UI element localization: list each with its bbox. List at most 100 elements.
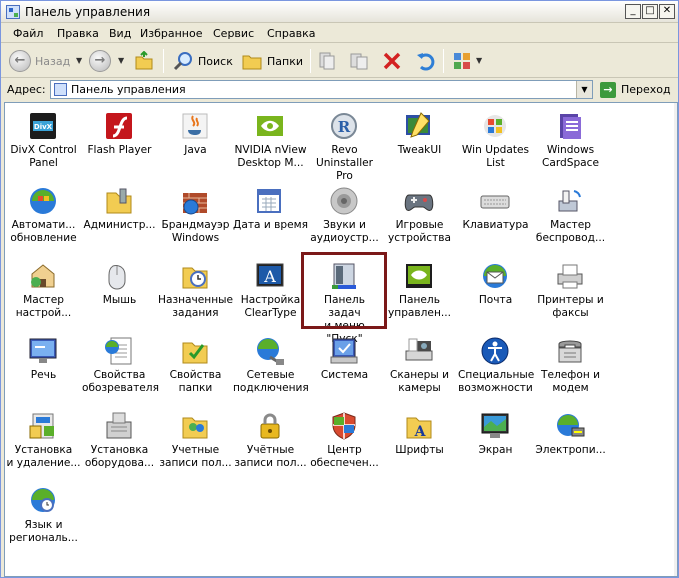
control-panel-item[interactable]: Установка оборудова... bbox=[82, 406, 157, 476]
security-center-icon bbox=[332, 412, 356, 440]
go-arrow-icon[interactable]: → bbox=[600, 82, 616, 98]
back-button[interactable]: Назад bbox=[35, 55, 70, 68]
control-panel-item[interactable]: Дата и время bbox=[233, 181, 308, 251]
control-panel-items: DivX DivX Control Panel Flash Player Java NV… bbox=[4, 102, 678, 577]
wireless-icon bbox=[558, 190, 581, 212]
control-panel-item[interactable]: A Настройка ClearType bbox=[233, 256, 308, 326]
menu-tools[interactable]: Сервис bbox=[213, 27, 254, 40]
views-icon[interactable] bbox=[452, 51, 472, 71]
back-arrow-icon[interactable]: ← bbox=[9, 50, 31, 72]
search-button[interactable]: Поиск bbox=[198, 55, 233, 68]
control-panel-item[interactable]: Игровые устройства bbox=[382, 181, 457, 251]
forward-arrow-icon[interactable]: → bbox=[89, 50, 111, 72]
mouse-icon bbox=[108, 265, 126, 290]
control-panel-item[interactable]: Мышь bbox=[82, 256, 157, 326]
control-panel-item[interactable]: Свойства обозревателя bbox=[82, 331, 159, 401]
close-button[interactable]: ✕ bbox=[659, 4, 675, 19]
back-dropdown-icon[interactable]: ▼ bbox=[76, 56, 82, 65]
add-remove-icon bbox=[29, 413, 54, 439]
control-panel-item[interactable]: Звуки и аудиоустр... bbox=[307, 181, 382, 251]
menu-bar: Файл Правка Вид Избранное Сервис Справка bbox=[1, 23, 678, 43]
control-panel-item[interactable]: Сетевые подключения bbox=[233, 331, 309, 401]
scrollbar[interactable] bbox=[674, 103, 677, 576]
control-panel-item[interactable]: Телефон и модем bbox=[533, 331, 608, 401]
menu-help[interactable]: Справка bbox=[267, 27, 315, 40]
item-label: Сканеры и камеры bbox=[389, 369, 450, 394]
folders-icon[interactable] bbox=[242, 51, 262, 71]
control-panel-item[interactable]: Мастер настрой... bbox=[6, 256, 81, 326]
win-updates-icon bbox=[484, 115, 506, 137]
menu-edit[interactable]: Правка bbox=[57, 27, 99, 40]
views-dropdown-icon[interactable]: ▼ bbox=[476, 56, 482, 65]
toolbar-separator bbox=[443, 49, 444, 73]
control-panel-item[interactable]: Учетные записи пол... bbox=[158, 406, 233, 476]
control-panel-item[interactable]: R Revo Uninstaller Pro bbox=[307, 106, 382, 182]
control-panel-item[interactable]: Администр... bbox=[82, 181, 157, 251]
minimize-button[interactable]: _ bbox=[625, 4, 641, 19]
user-accounts-icon bbox=[182, 417, 208, 439]
control-panel-item[interactable]: Электропи... bbox=[533, 406, 608, 476]
regional-icon bbox=[31, 488, 55, 512]
control-panel-item[interactable]: Принтеры и факсы bbox=[533, 256, 608, 326]
control-panel-item[interactable]: Почта bbox=[458, 256, 533, 326]
phone-icon bbox=[558, 340, 582, 363]
folders-button[interactable]: Папки bbox=[267, 55, 303, 68]
menu-favorites[interactable]: Избранное bbox=[140, 27, 202, 40]
item-label: Система bbox=[320, 369, 369, 381]
cardspace-icon bbox=[560, 114, 581, 139]
address-input[interactable]: Панель управления ▼ bbox=[50, 80, 593, 99]
copy-to-icon[interactable] bbox=[349, 51, 369, 71]
go-button[interactable]: Переход bbox=[621, 83, 671, 96]
revo-icon: R bbox=[331, 113, 357, 139]
control-panel-item[interactable]: Мастер беспровод... bbox=[533, 181, 608, 251]
search-icon[interactable] bbox=[173, 51, 193, 71]
title-bar[interactable]: Панель управления _ □ ✕ bbox=[1, 1, 678, 23]
control-panel-item[interactable]: TweakUI bbox=[382, 106, 457, 176]
toolbar: ← Назад ▼ → ▼ Поиск Папки ▼ bbox=[1, 44, 678, 78]
up-folder-icon[interactable] bbox=[134, 51, 154, 71]
maximize-button[interactable]: □ bbox=[642, 4, 658, 19]
address-bar: Адрес: Панель управления ▼ → Переход bbox=[1, 79, 678, 101]
control-panel-item[interactable]: Экран bbox=[458, 406, 533, 476]
move-to-icon[interactable] bbox=[317, 51, 337, 71]
control-panel-item[interactable]: Брандмауэр Windows bbox=[158, 181, 233, 251]
control-panel-item[interactable]: Язык и региональ... bbox=[6, 481, 81, 551]
control-panel-item[interactable]: Речь bbox=[6, 331, 81, 401]
control-panel-item[interactable]: Win Updates List bbox=[458, 106, 533, 176]
control-panel-item[interactable]: Назначенные задания bbox=[158, 256, 233, 326]
control-panel-item[interactable]: Java bbox=[158, 106, 233, 176]
forward-dropdown-icon[interactable]: ▼ bbox=[118, 56, 124, 65]
item-label: Учётные записи пол... bbox=[234, 444, 307, 469]
item-label: Телефон и модем bbox=[541, 369, 600, 394]
power-icon bbox=[557, 414, 585, 437]
delete-icon[interactable] bbox=[382, 51, 402, 71]
svg-text:DivX: DivX bbox=[34, 123, 53, 131]
control-panel-item[interactable]: Windows CardSpace bbox=[533, 106, 608, 176]
item-label: Почта bbox=[478, 294, 513, 306]
control-panel-item[interactable]: A Шрифты bbox=[382, 406, 457, 476]
undo-icon[interactable] bbox=[415, 51, 435, 71]
control-panel-item[interactable]: DivX DivX Control Panel bbox=[6, 106, 81, 176]
address-dropdown-icon[interactable]: ▼ bbox=[576, 81, 592, 98]
control-panel-item[interactable]: Центр обеспечен... bbox=[307, 406, 382, 476]
control-panel-item[interactable]: Установка и удаление... bbox=[6, 406, 81, 476]
date-time-icon bbox=[257, 189, 281, 213]
control-panel-item[interactable]: Специальные возможности bbox=[458, 331, 534, 401]
control-panel-item[interactable]: Клавиатура bbox=[458, 181, 533, 251]
control-panel-item[interactable]: Автомати... обновление bbox=[6, 181, 81, 251]
control-panel-item[interactable]: Учётные записи пол... bbox=[233, 406, 308, 476]
menu-file[interactable]: Файл bbox=[13, 27, 43, 40]
control-panel-item[interactable]: Flash Player bbox=[82, 106, 157, 176]
keyboard-icon bbox=[480, 195, 510, 209]
control-panel-item[interactable]: Сканеры и камеры bbox=[382, 331, 457, 401]
control-panel-item[interactable]: Панель управлен... bbox=[382, 256, 457, 326]
window-title: Панель управления bbox=[25, 5, 151, 19]
item-label: Flash Player bbox=[87, 144, 152, 156]
control-panel-icon bbox=[6, 5, 20, 19]
control-panel-item[interactable]: Свойства папки bbox=[158, 331, 233, 401]
internet-options-icon bbox=[105, 337, 132, 365]
menu-view[interactable]: Вид bbox=[109, 27, 131, 40]
control-panel-item[interactable]: Система bbox=[307, 331, 382, 401]
control-panel-item[interactable]: NVIDIA nView Desktop M... bbox=[233, 106, 308, 176]
nvidia-icon bbox=[257, 116, 283, 136]
